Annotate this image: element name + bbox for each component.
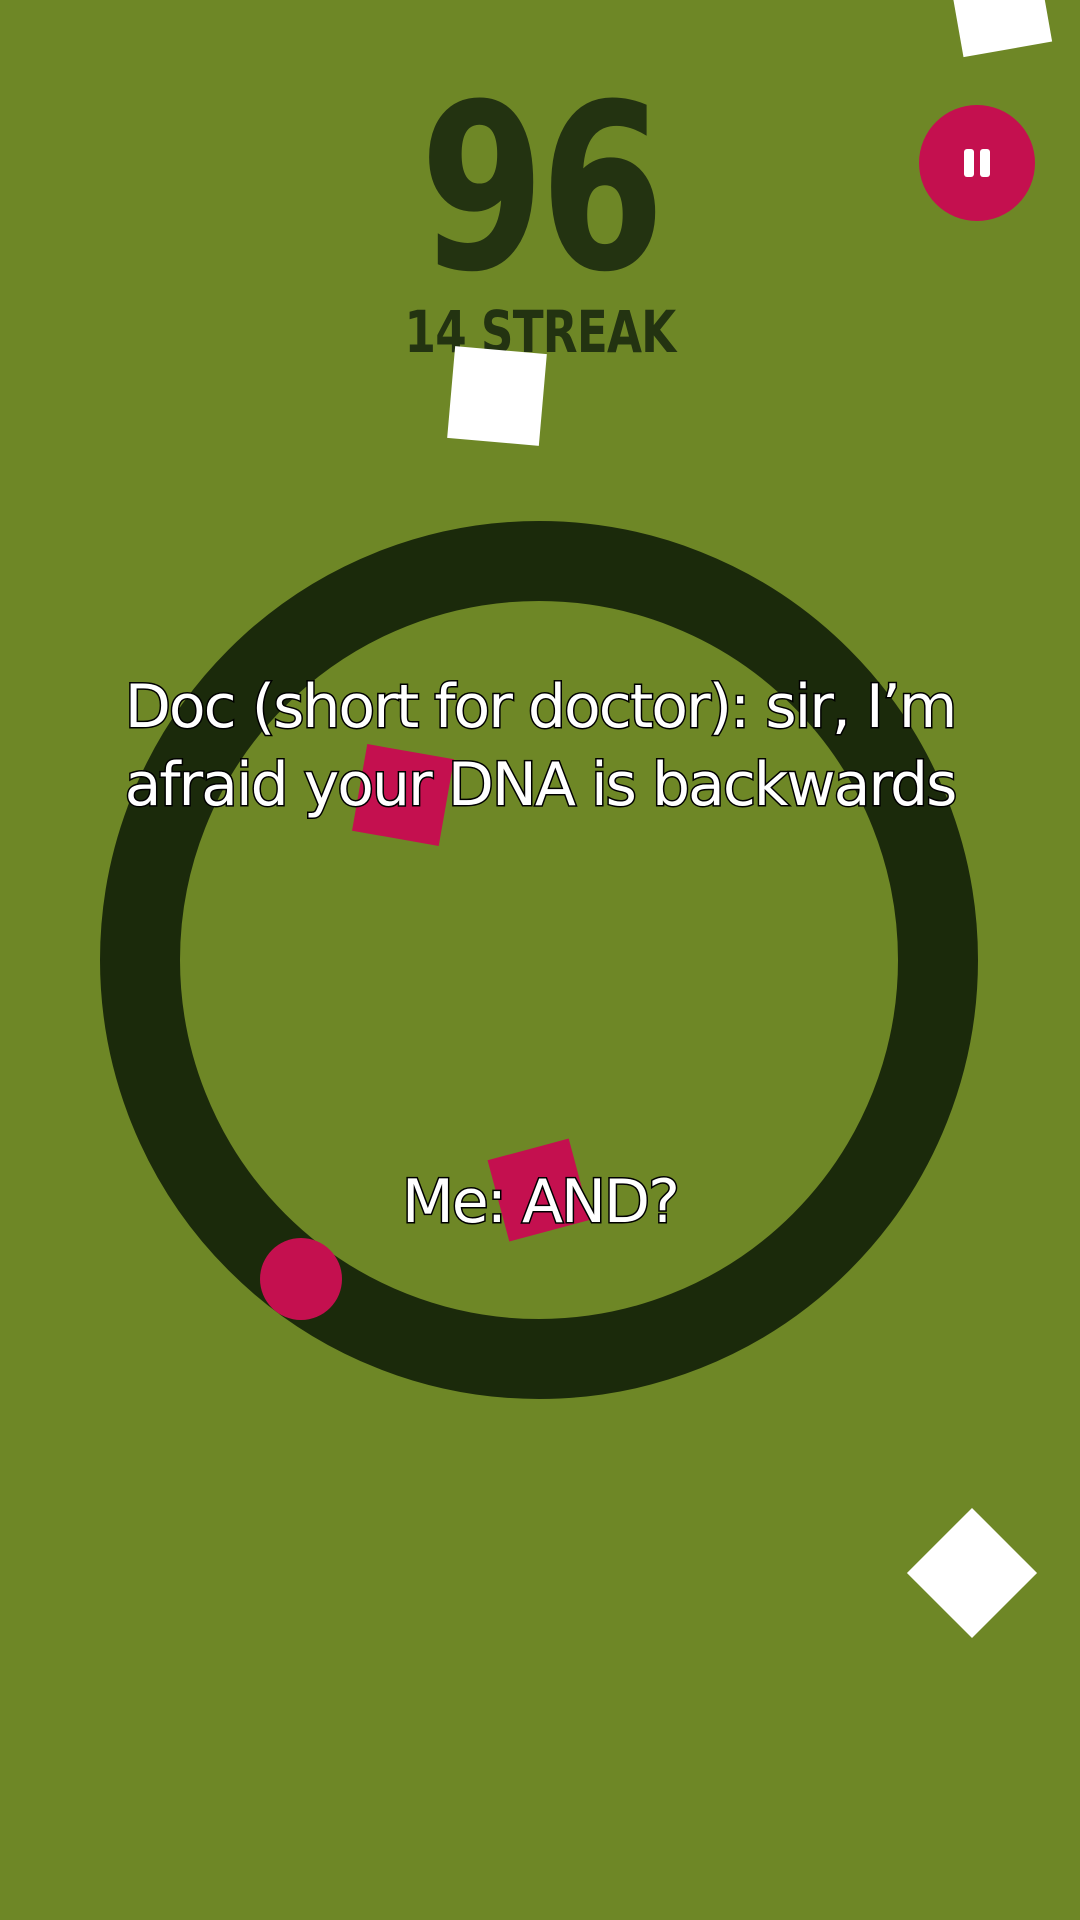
game-screen[interactable]: 96 14 STREAK Doc (short for doctor): sir…: [0, 0, 1080, 1920]
caption-line: afraid your DNA is backwards: [123, 749, 959, 822]
caption-bottom: Me: AND?: [401, 1166, 682, 1239]
caption-top: Doc (short for doctor): sir, I’m afraid …: [0, 668, 1080, 824]
caption-line: Doc (short for doctor): sir, I’m: [123, 671, 959, 744]
game-field: [100, 521, 978, 1399]
player-ball: [260, 1238, 342, 1320]
